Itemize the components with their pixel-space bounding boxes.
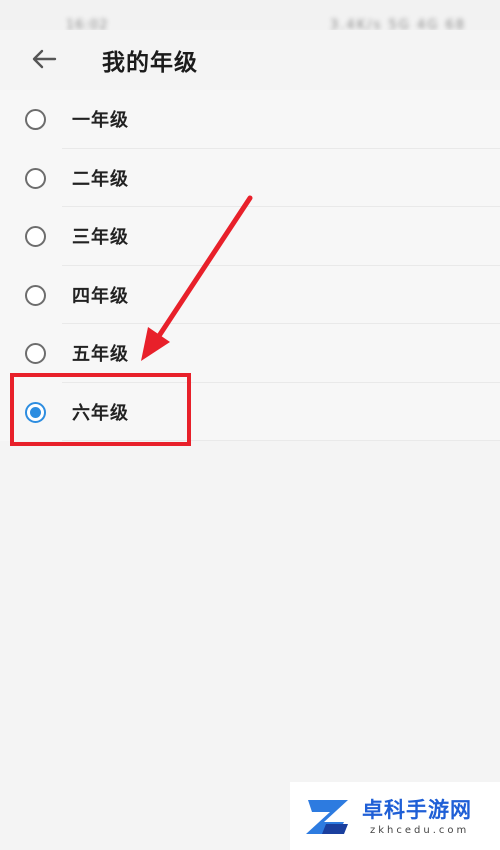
back-button[interactable] bbox=[26, 44, 62, 74]
radio-button[interactable] bbox=[25, 343, 46, 365]
app-header: 我的年级 bbox=[0, 30, 500, 88]
grade-option-2[interactable]: 二年级 bbox=[0, 148, 500, 207]
watermark-url: zkhcedu.com bbox=[370, 825, 470, 836]
grade-option-1[interactable]: 一年级 bbox=[0, 90, 500, 149]
radio-button[interactable] bbox=[25, 167, 46, 189]
annotation-highlight-box bbox=[10, 373, 191, 446]
watermark-logo-icon bbox=[306, 800, 348, 834]
arrow-left-icon bbox=[32, 49, 57, 69]
watermark-title: 卓科手游网 bbox=[362, 798, 472, 822]
grade-label: 一年级 bbox=[72, 110, 129, 132]
grade-label: 二年级 bbox=[72, 168, 129, 190]
grade-option-3[interactable]: 三年级 bbox=[0, 207, 500, 266]
radio-button[interactable] bbox=[25, 109, 46, 131]
page-title: 我的年级 bbox=[102, 50, 198, 76]
grade-option-4[interactable]: 四年级 bbox=[0, 265, 500, 324]
grade-label: 五年级 bbox=[72, 344, 129, 366]
radio-button[interactable] bbox=[25, 284, 46, 306]
grade-label: 三年级 bbox=[72, 227, 129, 249]
radio-button[interactable] bbox=[25, 226, 46, 248]
watermark: 卓科手游网 zkhcedu.com bbox=[290, 782, 500, 850]
grade-label: 四年级 bbox=[72, 285, 129, 307]
